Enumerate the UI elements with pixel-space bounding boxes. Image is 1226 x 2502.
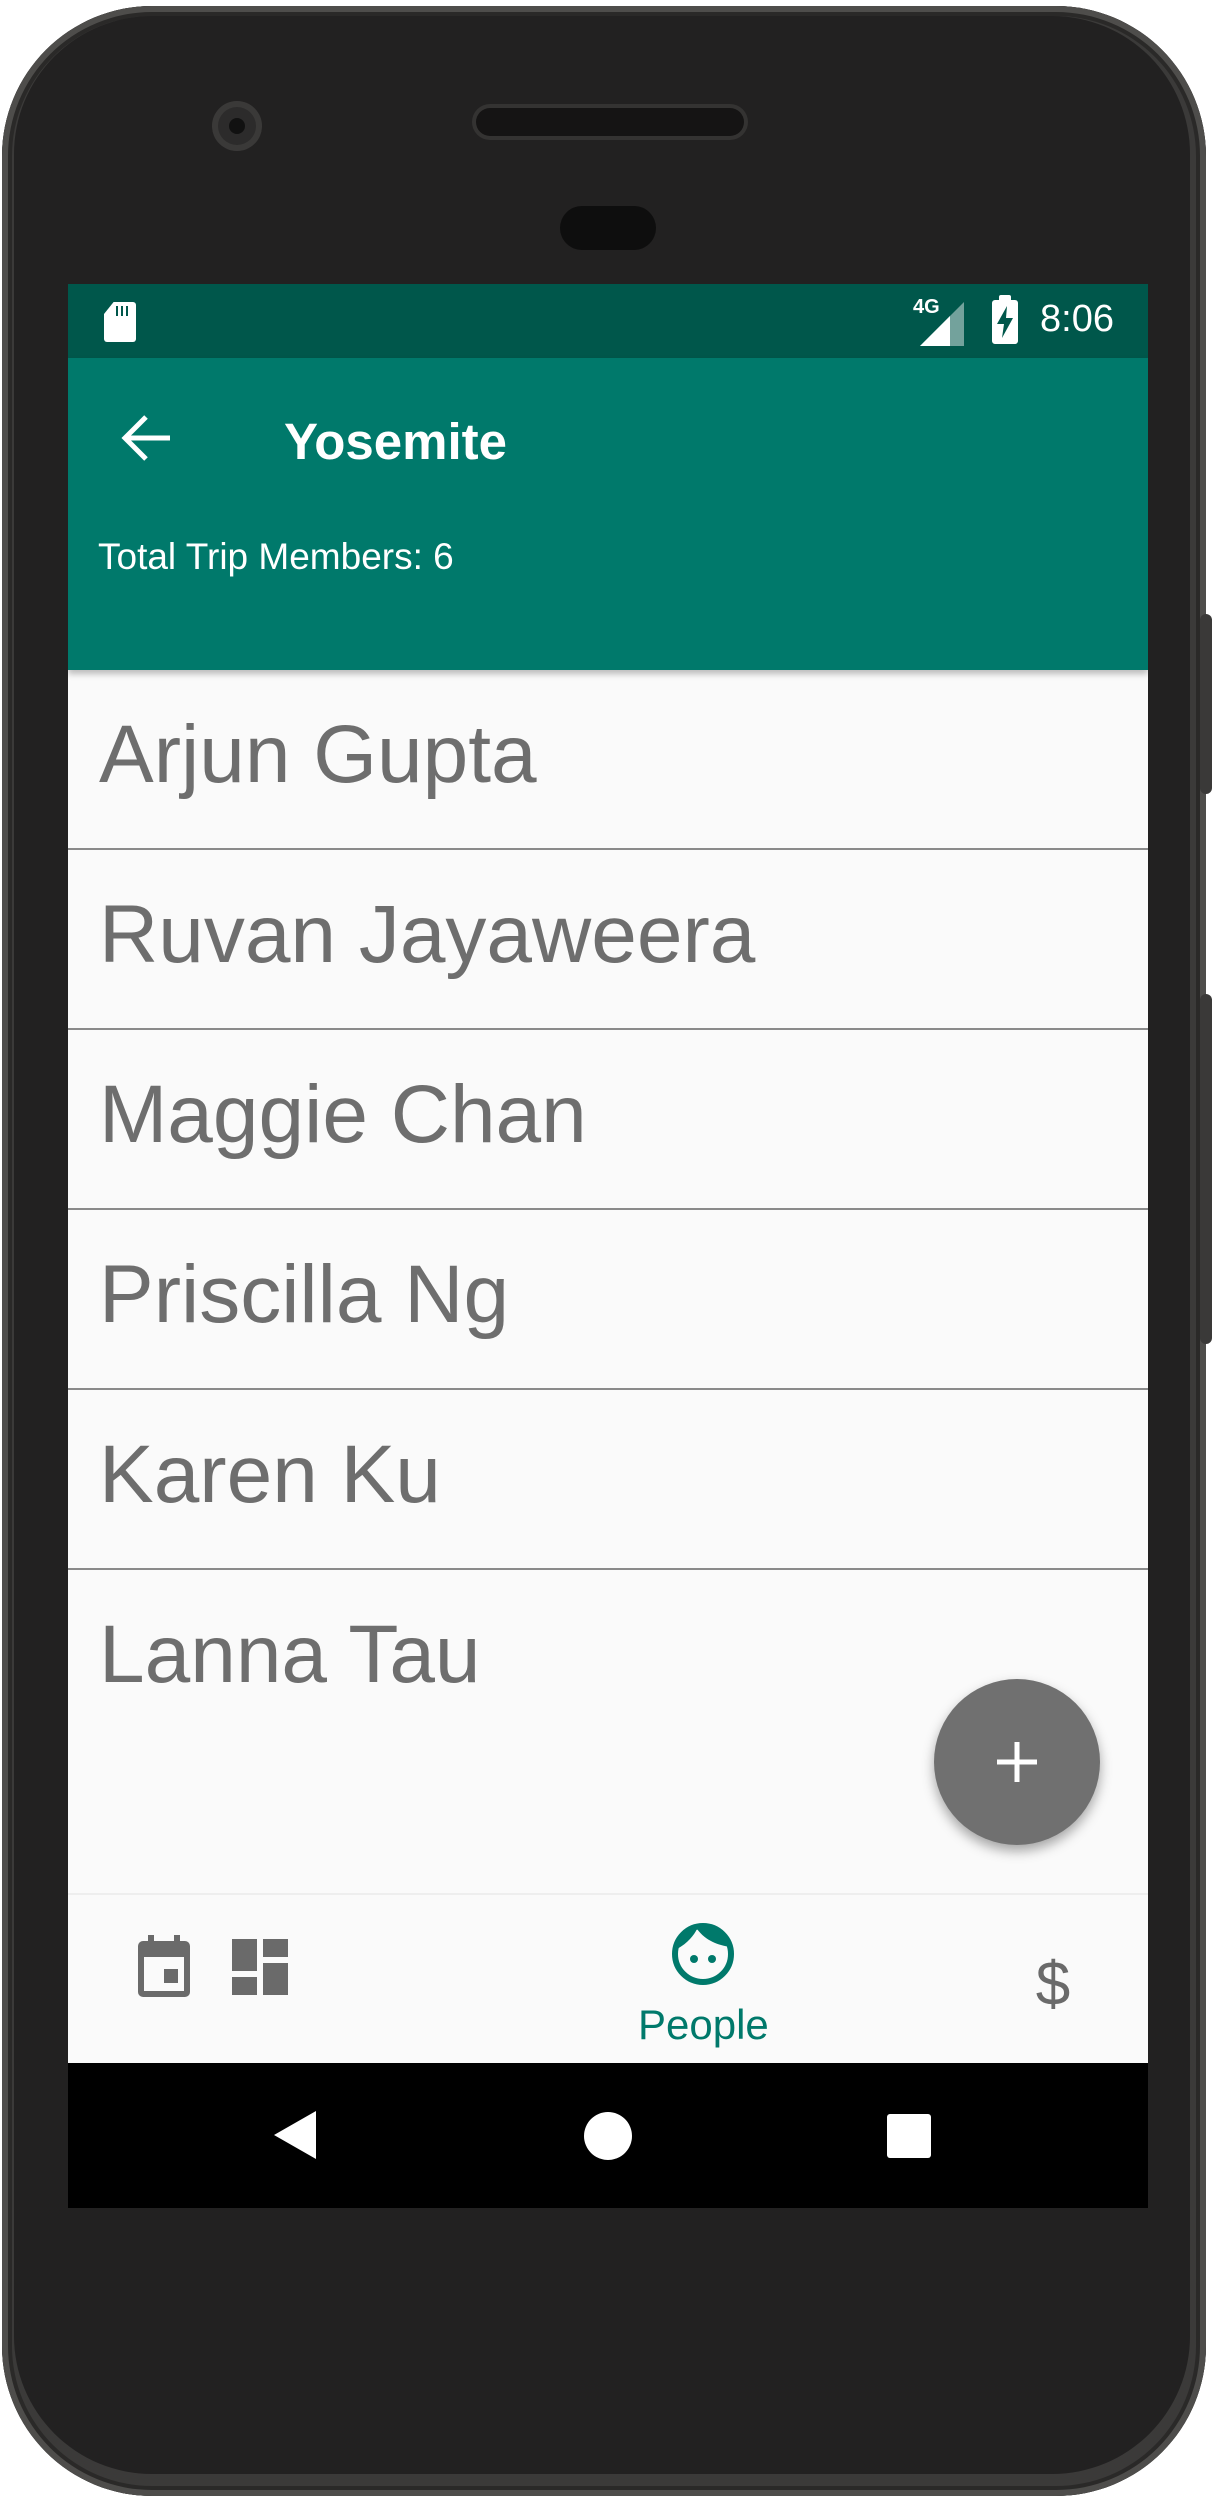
plus-icon — [997, 1742, 1037, 1782]
page-title: Yosemite — [284, 413, 507, 470]
bottom-navigation: People $ — [68, 1893, 1148, 2065]
member-name: Ruvan Jayaweera — [99, 889, 756, 980]
member-name: Karen Ku — [99, 1429, 441, 1520]
calendar-icon — [138, 1935, 190, 1997]
members-list: Arjun Gupta Ruvan Jayaweera Maggie Chan … — [68, 670, 1148, 1750]
front-camera — [212, 101, 262, 151]
list-item[interactable]: Priscilla Ng — [68, 1210, 1148, 1390]
member-name: Lanna Tau — [99, 1609, 481, 1700]
status-bar: 4G 8:06 — [68, 284, 1148, 358]
list-item[interactable]: Ruvan Jayaweera — [68, 850, 1148, 1030]
volume-button — [1200, 994, 1212, 1344]
nav-item-people-label: People — [638, 2001, 769, 2048]
home-icon[interactable] — [583, 2111, 633, 2161]
app-bar: Yosemite Total Trip Members: 6 — [68, 358, 1148, 670]
arrow-back-icon — [121, 415, 170, 461]
add-member-button[interactable] — [934, 1679, 1100, 1845]
charging-bolt-icon — [997, 306, 1013, 338]
list-item[interactable]: Karen Ku — [68, 1390, 1148, 1570]
dashboard-icon — [232, 1939, 288, 1995]
member-name: Priscilla Ng — [99, 1249, 510, 1340]
list-item[interactable]: Maggie Chan — [68, 1030, 1148, 1210]
member-name: Maggie Chan — [99, 1069, 587, 1160]
back-button[interactable] — [118, 408, 178, 468]
member-name: Arjun Gupta — [99, 709, 537, 800]
signal-icon — [920, 302, 964, 346]
system-navigation-bar — [68, 2063, 1148, 2208]
nav-item-calendar[interactable] — [134, 1935, 194, 1999]
sd-card-icon — [104, 302, 136, 342]
trip-members-count: Total Trip Members: 6 — [98, 536, 454, 577]
nav-item-dashboard[interactable] — [232, 1939, 288, 1995]
battery-icon — [992, 295, 1018, 344]
proximity-sensor — [560, 206, 656, 250]
screen: 4G 8:06 Yosemite Total Trip Members: 6 A… — [68, 284, 1148, 2208]
power-button — [1200, 614, 1212, 794]
people-icon — [672, 1923, 734, 1985]
nav-item-expenses[interactable]: $ — [1028, 1949, 1078, 2020]
back-icon[interactable] — [272, 2109, 318, 2161]
earpiece-speaker — [476, 108, 744, 136]
list-item[interactable]: Arjun Gupta — [68, 670, 1148, 850]
clock: 8:06 — [1040, 298, 1114, 340]
recents-icon[interactable] — [886, 2113, 932, 2159]
